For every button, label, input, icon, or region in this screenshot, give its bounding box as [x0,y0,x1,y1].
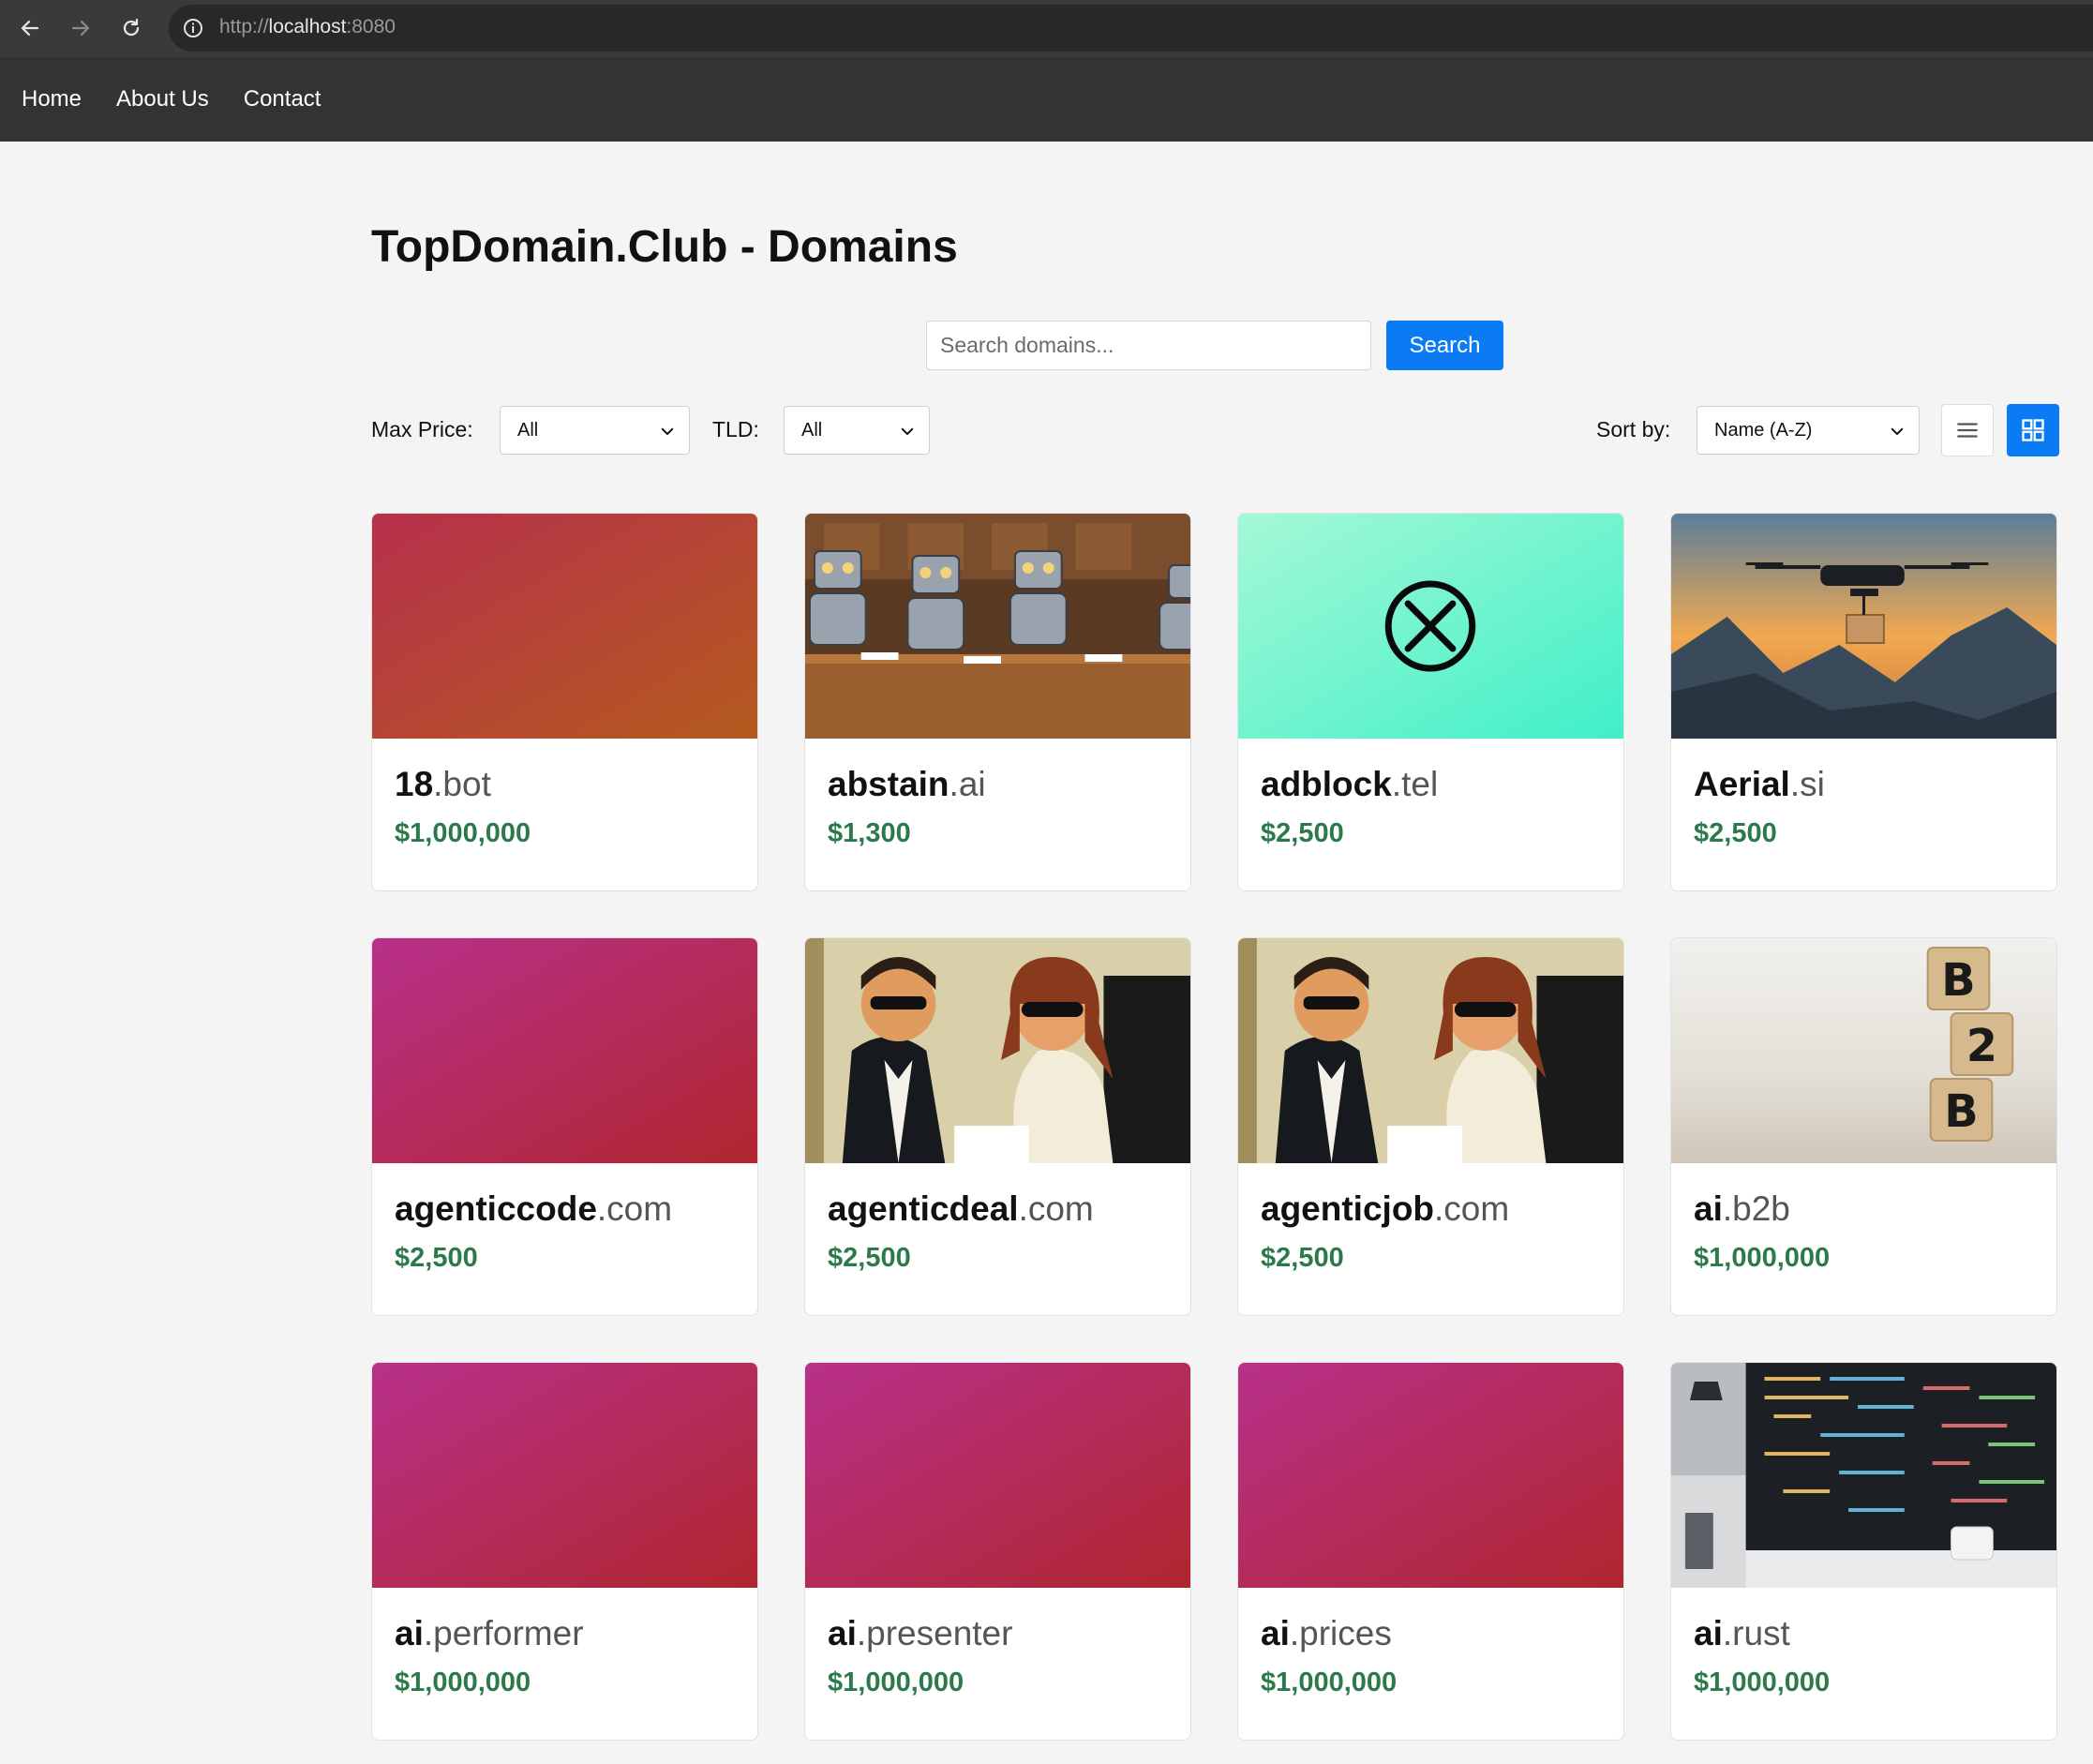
tld-select-value: All [801,419,823,441]
list-icon [1957,423,1978,438]
domain-price: $2,500 [828,1243,911,1273]
sort-by-select[interactable]: Name (A-Z) [1697,406,1920,455]
domain-name: agenticcode.com [395,1189,673,1228]
card-image [372,938,757,1163]
gradient-magenta-red-image [372,1363,757,1588]
domain-price: $1,000,000 [395,818,531,848]
chevron-down-icon [661,427,674,435]
domain-name: agenticjob.com [1261,1189,1510,1228]
domain-price: $1,000,000 [828,1667,964,1697]
domain-name: ai.performer [395,1614,584,1652]
card-image: B 2 B [1671,938,2056,1163]
list-view-button[interactable] [1941,404,1994,456]
arrow-left-icon [21,20,39,37]
sort-by-label: Sort by: [1596,417,1671,441]
domain-name: ai.presenter [828,1614,1013,1652]
info-icon[interactable] [182,17,204,39]
card-image [1671,514,2056,739]
domain-name: abstain.ai [828,765,986,803]
card-image [1671,1363,2056,1588]
nav-link-contact[interactable]: Contact [244,86,321,112]
robots-at-desk-image [805,514,1190,739]
card-image [1238,938,1623,1163]
domain-price: $1,300 [828,818,911,848]
domain-card[interactable]: adblock.tel $2,500 [1237,513,1624,891]
domain-name: ai.rust [1694,1614,1790,1652]
back-button[interactable] [9,7,51,49]
domain-price: $2,500 [1694,818,1777,848]
tld-select[interactable]: All [784,406,930,455]
domain-price: $1,000,000 [1261,1667,1398,1697]
gradient-magenta-red-image [805,1363,1190,1588]
gradient-magenta-red-image [1238,1363,1623,1588]
card-image [805,1363,1190,1588]
max-price-label: Max Price: [371,417,473,441]
gradient-red-orange-image [372,514,757,739]
card-image [1238,514,1623,739]
card-image [805,514,1190,739]
retro-spy-couple-image [1238,938,1623,1163]
search-button[interactable]: Search [1386,321,1503,370]
sort-by-select-value: Name (A-Z) [1714,419,1813,441]
retro-spy-couple-image [805,938,1190,1163]
tld-label: TLD: [712,417,759,441]
domain-price: $1,000,000 [1694,1667,1831,1697]
max-price-select-value: All [517,419,539,441]
block-letter: 2 [1966,1021,1997,1072]
domain-name: agenticdeal.com [828,1189,1094,1228]
drone-over-mountains-image [1671,514,2056,739]
domain-price: $1,000,000 [395,1667,531,1697]
domain-price: $2,500 [1261,818,1344,848]
card-image [372,1363,757,1588]
url-text: http://localhost:8080 [219,16,396,37]
grid-view-button[interactable] [2007,404,2059,456]
nav-link-about-us[interactable]: About Us [116,86,209,112]
domain-card[interactable]: ai.performer $1,000,000 [371,1362,758,1741]
max-price-select[interactable]: All [500,406,690,455]
domain-card[interactable]: B 2 B ai.b2b $1,000,000 [1670,937,2057,1316]
forward-button[interactable] [60,7,101,49]
domain-name: 18.bot [395,765,491,803]
domain-card[interactable]: abstain.ai $1,300 [804,513,1191,891]
gradient-magenta-red-image [372,938,757,1163]
domain-price: $2,500 [395,1243,478,1273]
block-letter: B [1944,1086,1978,1138]
nav-link-home[interactable]: Home [22,86,82,112]
domain-card[interactable]: agenticdeal.com $2,500 [804,937,1191,1316]
domain-card[interactable]: 18.bot $1,000,000 [371,513,758,891]
reload-button[interactable] [111,7,152,49]
domain-price: $2,500 [1261,1243,1344,1273]
x-circle-icon [1238,514,1623,739]
address-bar[interactable]: http://localhost:8080 [169,5,2093,52]
chevron-down-icon [901,427,914,435]
domain-name: ai.prices [1261,1614,1392,1652]
domain-name: ai.b2b [1694,1189,1790,1228]
b2b-wooden-blocks-image: B 2 B [1671,938,2056,1163]
grid-icon [2022,419,2044,441]
page-title: TopDomain.Club - Domains [371,222,958,272]
search-input[interactable] [926,321,1371,370]
domain-card[interactable]: agenticcode.com $2,500 [371,937,758,1316]
card-image [1238,1363,1623,1588]
card-image [372,514,757,739]
chevron-down-icon [1891,427,1904,435]
block-letter: B [1941,955,1975,1007]
domain-card[interactable]: agenticjob.com $2,500 [1237,937,1624,1316]
domain-name: Aerial.si [1694,765,1825,803]
code-monitor-image [1671,1363,2056,1588]
domain-card[interactable]: ai.presenter $1,000,000 [804,1362,1191,1741]
domain-price: $1,000,000 [1694,1243,1831,1273]
domain-card[interactable]: ai.prices $1,000,000 [1237,1362,1624,1741]
domain-card[interactable]: ai.rust $1,000,000 [1670,1362,2057,1741]
site-navbar: Home About Us Contact [0,57,2093,142]
reload-icon [123,18,140,37]
domain-name: adblock.tel [1261,765,1439,803]
browser-toolbar: http://localhost:8080 [0,0,2093,57]
card-image [805,938,1190,1163]
arrow-right-icon [71,20,90,37]
domain-card[interactable]: Aerial.si $2,500 [1670,513,2057,891]
